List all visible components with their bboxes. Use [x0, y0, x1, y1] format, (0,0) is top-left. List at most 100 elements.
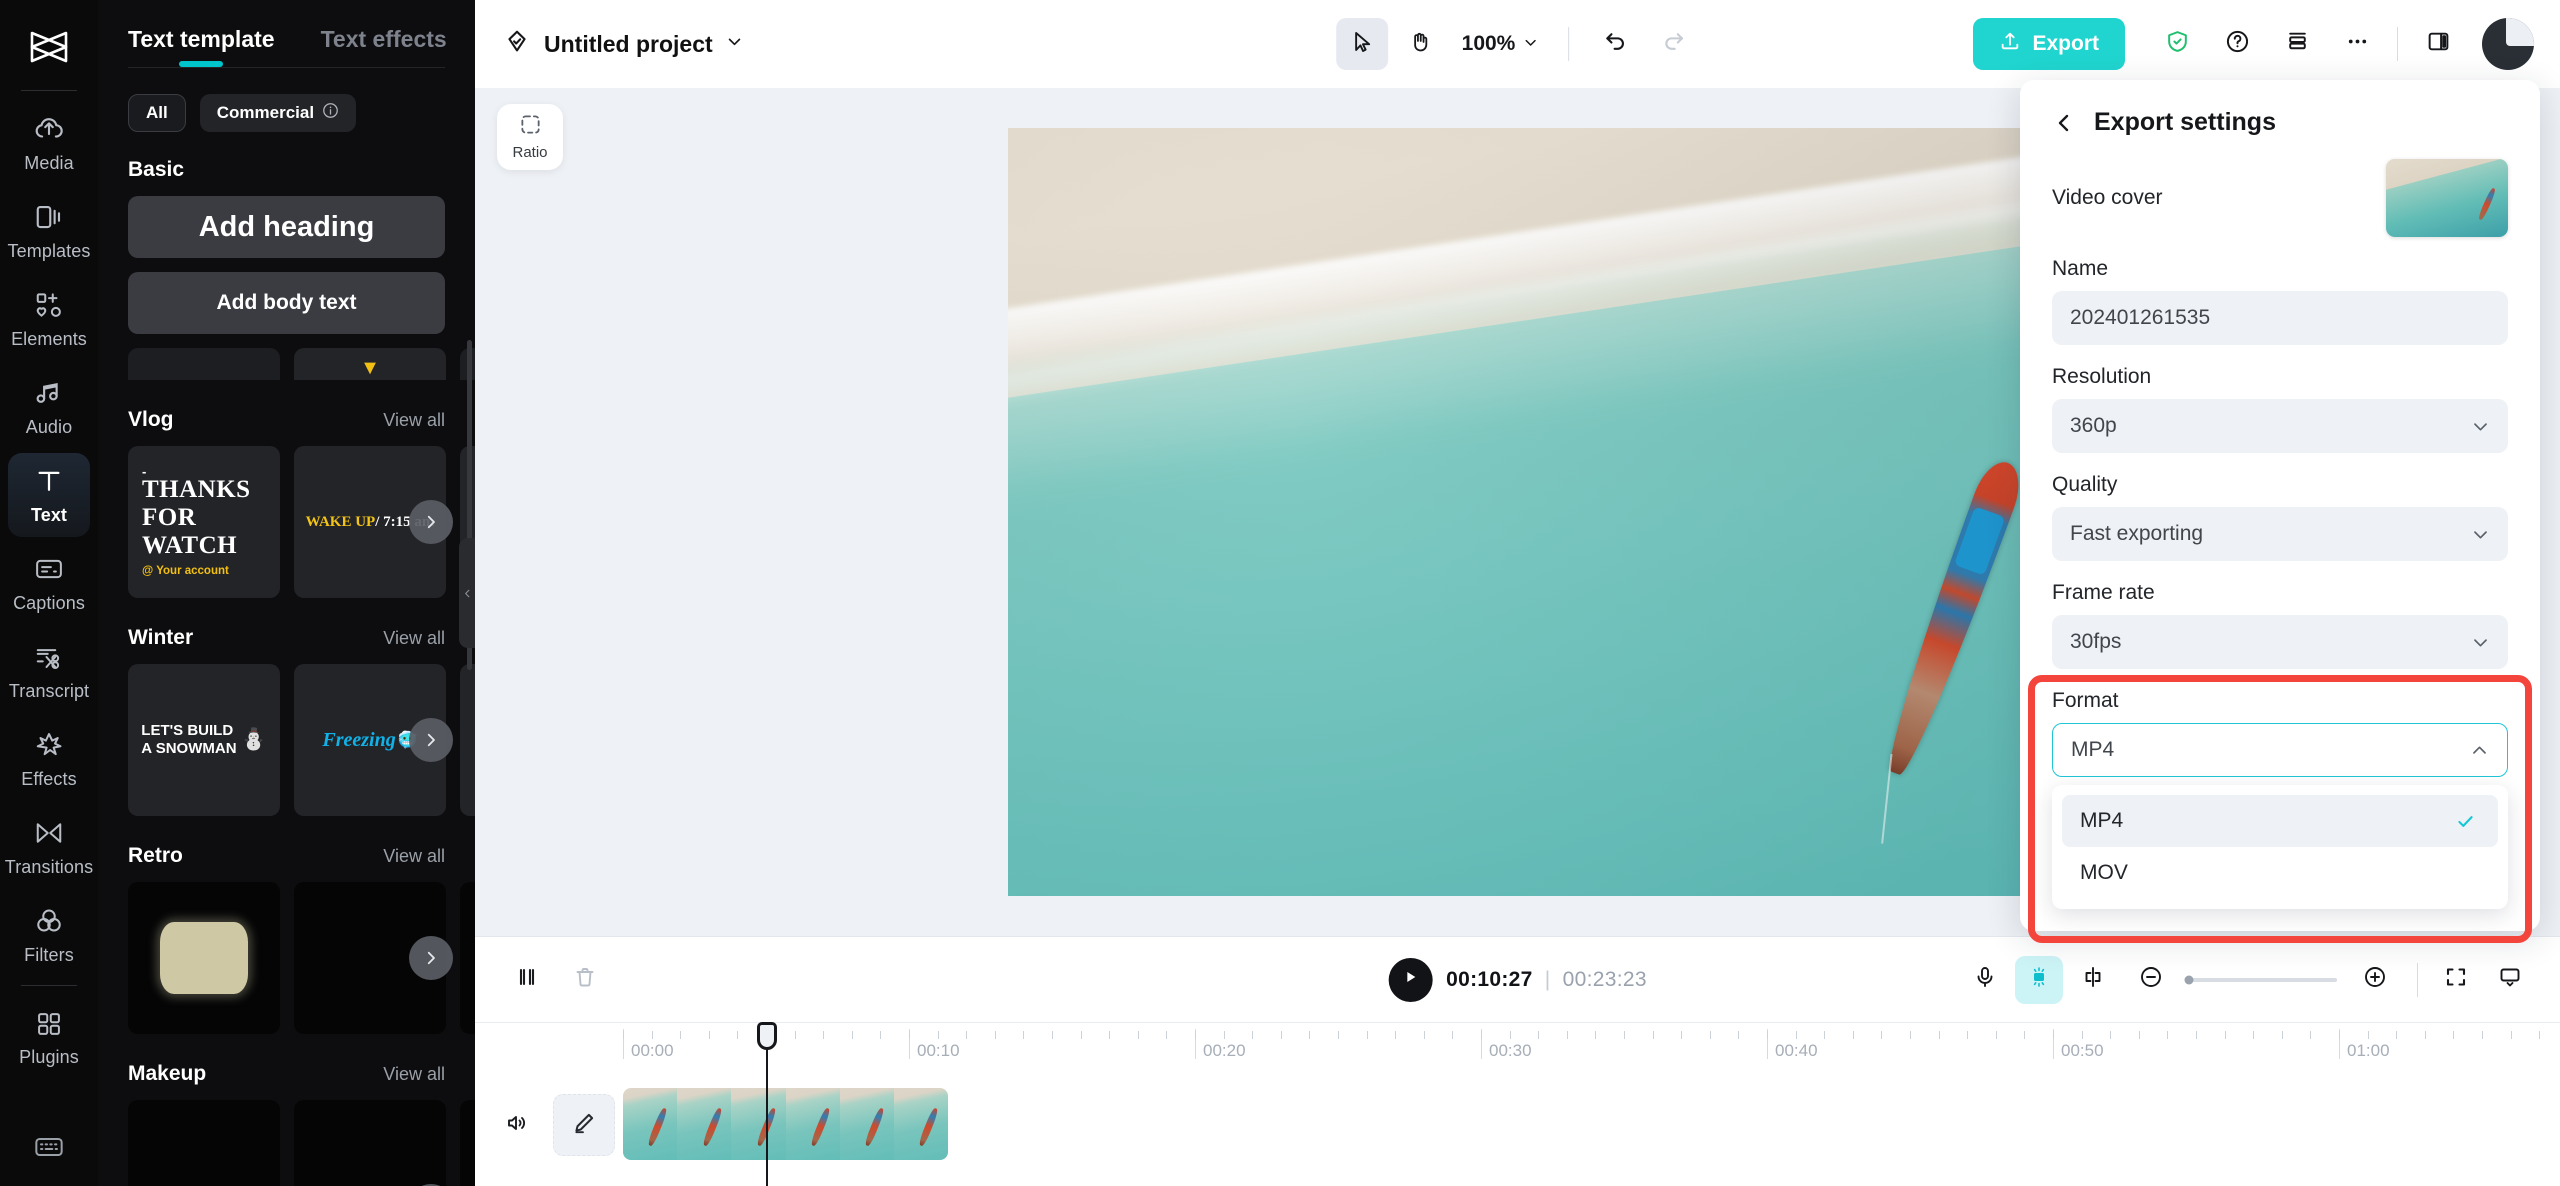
collapse-panel-handle[interactable] — [459, 538, 475, 648]
template-card-thanks[interactable]: - THANKS FOR WATCH @ Your account — [128, 446, 280, 598]
record-voiceover-button[interactable] — [1961, 956, 2009, 1004]
template-card-makeup-2[interactable]: Tips Tricks — [294, 1100, 446, 1186]
view-all-link-makeup[interactable]: View all — [383, 1064, 445, 1085]
name-field[interactable] — [2052, 291, 2508, 345]
template-card-retro-tv[interactable] — [128, 882, 280, 1034]
ruler-label: 01:00 — [2339, 1041, 2390, 1061]
scroll-right-arrow-retro[interactable] — [409, 936, 453, 980]
boat-thumb — [701, 1107, 722, 1147]
format-select[interactable]: MP4 — [2052, 723, 2508, 777]
chip-commercial[interactable]: Commercial — [200, 94, 356, 132]
delete-button[interactable] — [561, 956, 609, 1004]
view-all-link-retro[interactable]: View all — [383, 846, 445, 867]
sidebar-item-text[interactable]: Text — [8, 453, 90, 537]
add-heading-button[interactable]: Add heading — [128, 196, 445, 258]
sidebar-item-elements[interactable]: Elements — [8, 277, 90, 361]
sidebar-item-label: Audio — [26, 418, 73, 436]
video-preview[interactable] — [1008, 128, 2027, 896]
auto-adjust-button[interactable] — [2015, 956, 2063, 1004]
scroll-right-arrow-winter[interactable] — [409, 718, 453, 762]
framerate-select[interactable]: 30fps — [2052, 615, 2508, 669]
ruler-tick-minor — [1824, 1031, 1825, 1039]
more-options-button[interactable] — [2331, 18, 2383, 70]
back-button[interactable] — [2052, 111, 2076, 135]
shield-check-button[interactable] — [2151, 18, 2203, 70]
template-card-snowman[interactable]: LET'S BUILD A SNOWMAN ⛄ — [128, 664, 280, 816]
zoom-out-button[interactable] — [2127, 956, 2175, 1004]
playhead[interactable] — [766, 1022, 768, 1186]
format-option-mov[interactable]: MOV — [2062, 847, 2498, 899]
zoom-slider[interactable] — [2189, 978, 2337, 982]
ruler-tick-minor — [1338, 1031, 1339, 1039]
sidebar-item-media[interactable]: Media — [8, 101, 90, 185]
sidebar-item-templates[interactable]: Templates — [8, 189, 90, 273]
scroll-right-arrow-vlog[interactable] — [409, 500, 453, 544]
view-all-link-vlog[interactable]: View all — [383, 410, 445, 431]
resolution-select[interactable]: 360p — [2052, 399, 2508, 453]
template-card[interactable] — [128, 348, 280, 380]
sidebar-item-filters[interactable]: Filters — [8, 893, 90, 977]
sidebar-item-transitions[interactable]: Transitions — [8, 805, 90, 889]
template-card-makeup-1[interactable]: ✦ — [128, 1100, 280, 1186]
sidebar-item-captions[interactable]: Captions — [8, 541, 90, 625]
template-card[interactable] — [460, 882, 475, 1034]
sidebar-item-label: Templates — [8, 242, 91, 260]
ruler-tick-minor — [2139, 1031, 2140, 1039]
split-view-button[interactable] — [2412, 18, 2464, 70]
redo-button[interactable] — [1647, 18, 1699, 70]
video-cover-label: Video cover — [2052, 186, 2163, 210]
view-all-link-winter[interactable]: View all — [383, 628, 445, 649]
ratio-button[interactable]: Ratio — [497, 104, 563, 170]
template-card[interactable]: ▼ — [294, 348, 446, 380]
timeline-ruler[interactable]: 00:00 00:10 00:20 00:30 00:40 00:50 01:0… — [475, 1022, 2560, 1066]
play-triangle-icon — [1402, 969, 1418, 990]
tab-text-effects[interactable]: Text effects — [321, 26, 447, 67]
crop-dashed-icon — [519, 113, 542, 141]
format-option-label: MOV — [2080, 861, 2128, 885]
export-button[interactable]: Export — [1973, 18, 2125, 70]
undo-button[interactable] — [1589, 18, 1641, 70]
layers-button[interactable] — [2271, 18, 2323, 70]
tab-text-template[interactable]: Text template — [128, 26, 275, 67]
zoom-slider-thumb[interactable] — [2185, 975, 2194, 984]
name-input[interactable] — [2070, 306, 2490, 330]
track-dropdown-button[interactable] — [2486, 956, 2534, 1004]
video-clip[interactable] — [623, 1088, 948, 1160]
panel-content-scroll[interactable]: Basic Add heading Add body text ▼ Vlog V… — [98, 132, 475, 1186]
sidebar-item-effects[interactable]: Effects — [8, 717, 90, 801]
boat-thumb — [810, 1107, 831, 1147]
toolbar-divider — [1568, 27, 1569, 61]
select-tool-button[interactable] — [1336, 18, 1388, 70]
capcut-logo[interactable] — [18, 16, 80, 78]
sidebar-item-plugins[interactable]: Plugins — [8, 996, 90, 1080]
ruler-tick-minor — [2282, 1031, 2283, 1039]
avatar[interactable] — [2482, 18, 2534, 70]
help-button[interactable] — [2211, 18, 2263, 70]
sidebar-item-transcript[interactable]: Transcript — [8, 629, 90, 713]
zoom-level-control[interactable]: 100% — [1462, 32, 1539, 56]
keyboard-shortcuts-button[interactable] — [0, 1131, 98, 1168]
cover-sand — [2386, 159, 2508, 190]
template-card[interactable] — [460, 1100, 475, 1186]
playhead-handle[interactable] — [757, 1022, 777, 1050]
track-edit-button[interactable] — [553, 1094, 615, 1156]
hand-tool-button[interactable] — [1394, 18, 1446, 70]
template-card[interactable] — [460, 664, 475, 816]
chip-all[interactable]: All — [128, 94, 186, 132]
zoom-in-button[interactable] — [2351, 956, 2399, 1004]
play-button[interactable] — [1388, 958, 1432, 1002]
fit-to-screen-button[interactable] — [2432, 956, 2480, 1004]
project-title-group[interactable]: Untitled project — [503, 28, 743, 61]
name-label: Name — [2052, 257, 2508, 281]
sidebar-item-audio[interactable]: Audio — [8, 365, 90, 449]
split-marker-button[interactable] — [2069, 956, 2117, 1004]
split-clip-button[interactable] — [503, 956, 551, 1004]
video-cover-thumbnail[interactable] — [2386, 159, 2508, 237]
quality-select[interactable]: Fast exporting — [2052, 507, 2508, 561]
add-body-text-button[interactable]: Add body text — [128, 272, 445, 334]
track-mute-button[interactable] — [497, 1105, 537, 1145]
format-option-mp4[interactable]: MP4 — [2062, 795, 2498, 847]
info-icon — [322, 102, 339, 124]
ruler-tick-minor — [1081, 1031, 1082, 1039]
section-header-retro: Retro View all — [128, 844, 475, 868]
